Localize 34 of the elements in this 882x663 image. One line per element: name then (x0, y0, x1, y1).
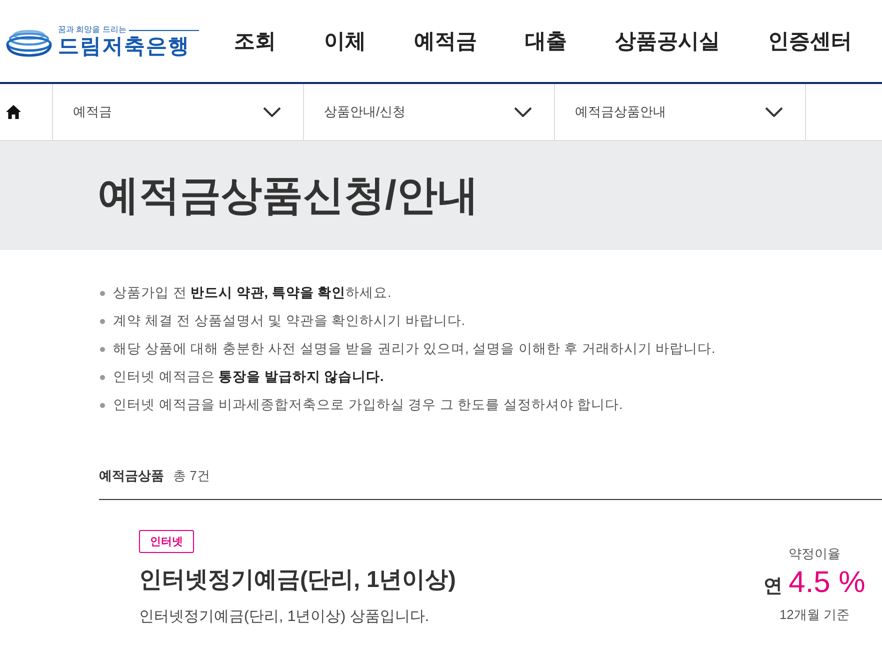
bullet-icon (100, 290, 105, 296)
notice-text: 인터넷 예적금은 통장을 발급하지 않습니다. (113, 368, 384, 386)
nav-link[interactable]: 대출 (525, 27, 567, 55)
notice-text: 상품가입 전 반드시 약관, 특약을 확인하세요. (113, 284, 392, 302)
rate-prefix: 연 (764, 575, 783, 599)
logo-tagline: 꿈과 희망을 드리는 (58, 25, 126, 35)
product-tag: 인터넷 (139, 530, 194, 553)
list-title: 예적금상품 (99, 467, 164, 485)
rate-value: 4.5 % (788, 566, 866, 600)
bullet-icon (100, 402, 105, 408)
rate-basis: 12개월 기준 (779, 606, 850, 624)
chevron-down-icon (514, 107, 532, 117)
bullet-icon (100, 318, 105, 324)
nav-link[interactable]: 상품공시실 (615, 27, 720, 55)
product-description: 인터넷정기예금(단리, 1년이상) 상품입니다. (139, 607, 430, 626)
nav-link[interactable]: 조회 (234, 27, 276, 55)
logo-ring-icon (6, 27, 52, 57)
home-icon (6, 105, 21, 119)
notice-text: 계약 체결 전 상품설명서 및 약관을 확인하시기 바랍니다. (113, 312, 466, 330)
notice-text: 해당 상품에 대해 충분한 사전 설명을 받을 권리가 있으며, 설명을 이해한 후 거래하시기 바랍니다. (113, 340, 716, 358)
logo-name: 드림저축은행 (58, 35, 191, 59)
notice-text: 인터넷 예적금을 비과세종합저축으로 가입하실 경우 그 한도를 설정하셔야 합니다. (113, 396, 623, 414)
bank-logo[interactable]: 꿈과 희망을 드리는 드림저축은행 (6, 25, 200, 59)
chevron-down-icon (263, 107, 281, 117)
product-name[interactable]: 인터넷정기예금(단리, 1년이상) (139, 564, 456, 595)
page-title: 예적금상품신청/안내 (98, 171, 478, 220)
rate-label: 약정이율 (788, 545, 840, 563)
list-count: 총 7건 (173, 467, 210, 485)
nav-link[interactable]: 예적금 (414, 27, 477, 55)
nav-link[interactable]: 이체 (324, 27, 366, 55)
bullet-icon (100, 346, 105, 352)
chevron-down-icon (765, 107, 783, 117)
bullet-icon (100, 374, 105, 380)
nav-link[interactable]: 인증센터 (768, 27, 852, 55)
